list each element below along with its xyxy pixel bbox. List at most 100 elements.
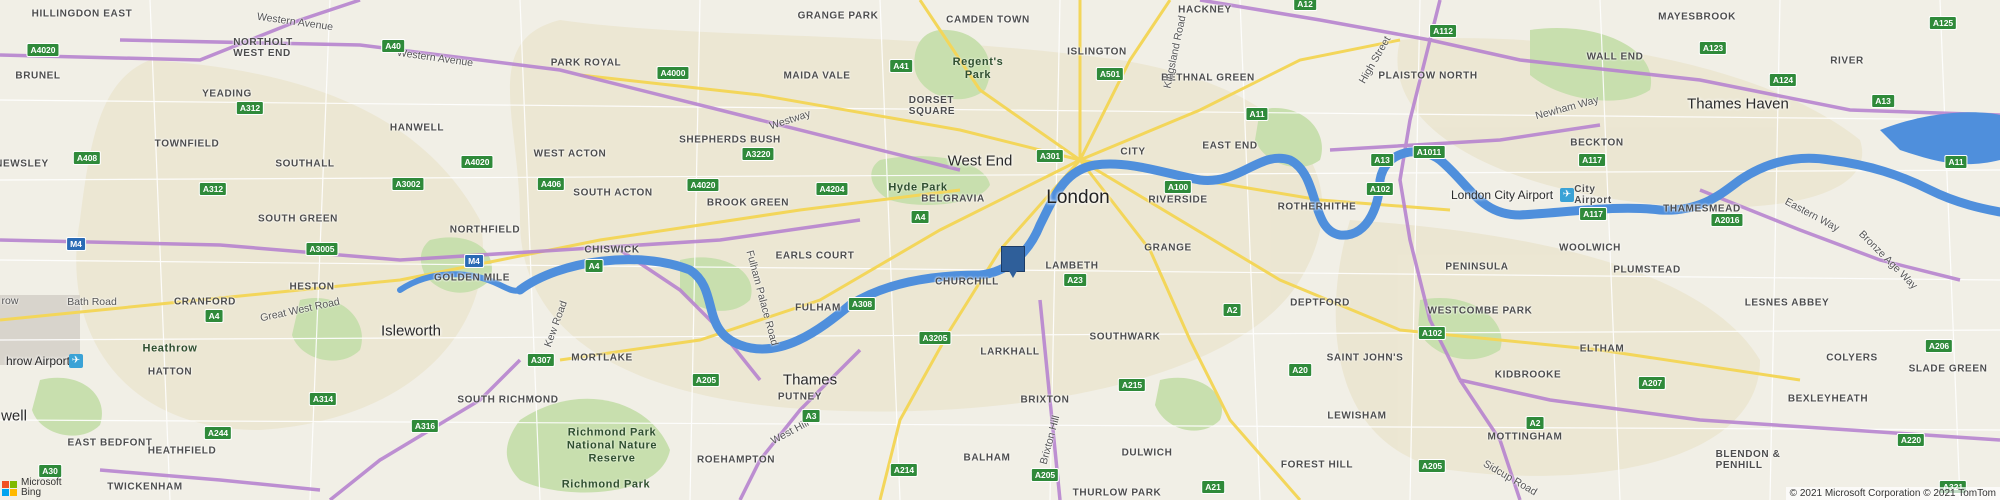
district-heathfield-label: HEATHFIELD	[147, 445, 217, 457]
road-shield-a312-1: A312	[235, 101, 265, 115]
district-lambeth-label: LAMBETH	[1045, 260, 1099, 272]
district-slade-green-label: SLADE GREEN	[1908, 363, 1988, 375]
airport-icon[interactable]: ✈	[1560, 188, 1574, 202]
district-forest-hill-label: FOREST HILL	[1280, 459, 1354, 471]
road-shield-a308: A308	[847, 297, 877, 311]
district-hillingdon-east-label: HILLINGDON EAST	[31, 8, 133, 20]
district-heston-label: HESTON	[289, 281, 335, 293]
district-brunel-label: BRUNEL	[15, 70, 61, 82]
road-shield-a214: A214	[889, 463, 919, 477]
district-mortlake-label: MORTLAKE	[571, 352, 633, 364]
road-shield-a205-1: A205	[691, 373, 721, 387]
road-shield-a23: A23	[1063, 273, 1087, 287]
district-kidbrooke-label: KIDBROOKE	[1494, 369, 1562, 381]
road-shield-a117-2: A117	[1579, 207, 1607, 221]
road-shield-a215: A215	[1117, 378, 1147, 392]
district-eltham-label: ELTHAM	[1579, 343, 1625, 355]
district-grange-park-label: GRANGE PARK	[797, 10, 879, 22]
district-beckton-label: BECKTON	[1570, 137, 1624, 149]
road-shield-a20: A20	[1288, 363, 1312, 377]
road-shield-a21: A21	[1201, 480, 1225, 494]
road-bath-road-label: Bath Road	[67, 296, 117, 308]
district-plaistow-north-label: PLAISTOW NORTH	[1378, 70, 1478, 82]
road-shield-a112: A112	[1429, 24, 1457, 38]
road-shield-a1011: A1011	[1412, 145, 1446, 159]
district-richmond-park-label: Richmond Park	[561, 478, 651, 491]
road-shield-a4: A4	[910, 210, 930, 224]
district-shepherds-bush-label: SHEPHERDS BUSH	[679, 134, 781, 146]
district-roehampton-label: ROEHAMPTON	[696, 454, 776, 466]
road-shield-a102-top: A102	[1365, 182, 1395, 196]
district-hyde-park-label: Hyde Park	[888, 181, 948, 194]
district-park-royal-label: PARK ROYAL	[550, 57, 622, 69]
district-northfield-label: NORTHFIELD	[449, 224, 521, 236]
district-southall-label: SOUTHALL	[275, 158, 335, 170]
district-chiswick-label: CHISWICK	[584, 244, 640, 256]
district-bexleyheath-label: BEXLEYHEATH	[1787, 393, 1869, 405]
road-shield-a312-2: A312	[198, 182, 228, 196]
road-shield-a205-2: A205	[1030, 468, 1060, 482]
road-shield-a102-mid: A102	[1417, 326, 1447, 340]
district-mottingham-label: MOTTINGHAM	[1487, 431, 1563, 443]
road-shield-a4-3: A4	[204, 309, 224, 323]
road-shield-a40: A40	[381, 39, 405, 53]
district-maida-vale-label: MAIDA VALE	[783, 70, 851, 82]
district-hatton-label: HATTON	[147, 366, 193, 378]
district-larkhall-label: LARKHALL	[980, 346, 1040, 358]
bing-logo-text: Microsoft Bing	[21, 477, 62, 498]
road-shield-a30: A30	[38, 464, 62, 478]
district-dorset-square-label: DORSET SQUARE	[908, 95, 956, 117]
road-shield-m4-1: M4	[66, 237, 86, 251]
district-mayesbrook-label: MAYESBROOK	[1658, 11, 1736, 23]
road-shield-a406: A406	[536, 177, 566, 191]
road-shield-a206: A206	[1924, 339, 1954, 353]
road-shield-a501: A501	[1095, 67, 1125, 81]
road-shield-a207: A207	[1637, 376, 1667, 390]
road-shield-a4020-3: A4020	[686, 178, 720, 192]
road-shield-a11-right: A11	[1944, 155, 1968, 169]
district-saint-johns-label: SAINT JOHN'S	[1326, 352, 1404, 364]
district-riverside-label: RIVERSIDE	[1148, 194, 1208, 206]
district-dulwich-label: DULWICH	[1121, 447, 1173, 459]
district-islington-label: ISLINGTON	[1067, 46, 1127, 58]
district-blendon-penhill-label: BLENDON & PENHILL	[1715, 449, 1781, 471]
district-city-label: CITY	[1120, 146, 1146, 158]
road-shield-a314: A314	[308, 392, 338, 406]
road-shield-a117-1: A117	[1578, 153, 1606, 167]
district-brixton-label: BRIXTON	[1020, 394, 1070, 406]
road-shield-a2-2: A2	[1525, 416, 1545, 430]
road-shield-a3005: A3005	[305, 242, 339, 256]
copyright-notice: © 2021 Microsoft Corporation © 2021 TomT…	[1785, 487, 2000, 500]
road-shield-a307: A307	[526, 353, 556, 367]
district-camden-town-label: CAMDEN TOWN	[946, 14, 1030, 26]
road-shield-a205-3: A205	[1417, 459, 1447, 473]
road-shield-a3205: A3205	[918, 331, 952, 345]
road-shield-a3220: A3220	[741, 147, 775, 161]
district-river-label: RIVER	[1830, 55, 1864, 67]
place-west-end-label: West End	[947, 152, 1013, 170]
place-isleworth-label: Isleworth	[380, 322, 442, 340]
location-pin[interactable]	[1001, 246, 1025, 278]
road-shield-a12-top: A12	[1293, 0, 1317, 11]
district-peninsula-label: PENINSULA	[1445, 261, 1509, 273]
district-fulham-label: FULHAM	[795, 302, 841, 314]
district-lesnes-abbey-label: LESNES ABBEY	[1744, 297, 1830, 309]
airport-icon[interactable]: ✈	[69, 354, 83, 368]
district-hanwell-label: HANWELL	[389, 122, 445, 134]
road-shield-a3002: A3002	[391, 177, 425, 191]
road-shield-a220: A220	[1896, 433, 1926, 447]
road-shield-a316: A316	[410, 419, 440, 433]
district-brook-green-label: BROOK GREEN	[706, 197, 790, 209]
district-townfield-label: TOWNFIELD	[154, 138, 220, 150]
road-row-label: row	[1, 295, 19, 307]
map-canvas[interactable]: London West End Thames Haven Isleworth Thame…	[0, 0, 2000, 500]
district-regents-park-label: Regent's Park	[952, 56, 1004, 81]
bing-logo[interactable]: Microsoft Bing	[2, 478, 62, 498]
district-churchill-label: CHURCHILL	[935, 276, 999, 288]
heathrow-airport-label: hrow Airport	[5, 354, 71, 368]
district-plumstead-label: PLUMSTEAD	[1613, 264, 1681, 276]
road-shield-a4204: A4204	[815, 182, 849, 196]
district-city-airport-label: City Airport	[1574, 184, 1612, 206]
district-northolt-west-end-label: NORTHOLT WEST END	[233, 37, 293, 59]
road-shield-a100: A100	[1163, 180, 1193, 194]
